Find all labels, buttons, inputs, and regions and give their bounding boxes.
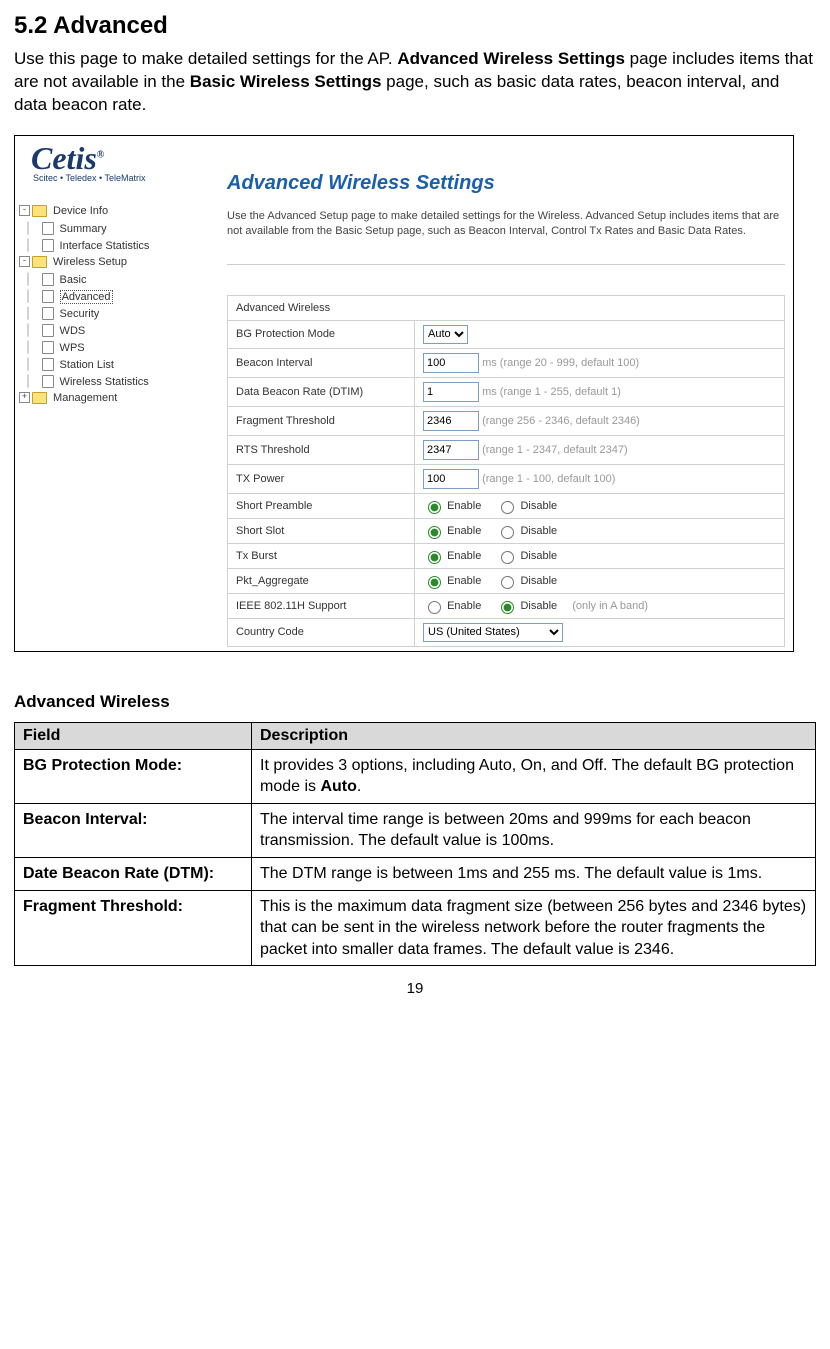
txpower-input[interactable] bbox=[423, 469, 479, 489]
content-panel: Advanced Wireless Settings Use the Advan… bbox=[207, 138, 791, 649]
slot-enable[interactable]: Enable bbox=[423, 525, 481, 537]
rts-input[interactable] bbox=[423, 440, 479, 460]
burst-enable[interactable]: Enable bbox=[423, 550, 481, 562]
beacon-interval-input[interactable] bbox=[423, 353, 479, 373]
panel-desc: Use the Advanced Setup page to make deta… bbox=[227, 209, 785, 265]
panel-title: Advanced Wireless Settings bbox=[227, 172, 785, 195]
row-bg-label: BG Protection Mode bbox=[228, 320, 415, 348]
row-txp-label: TX Power bbox=[228, 464, 415, 493]
row-cc-label: Country Code bbox=[228, 618, 415, 646]
description-table: Field Description BG Protection Mode: It… bbox=[14, 722, 816, 967]
ieee-disable-text: Disable bbox=[520, 600, 557, 612]
logo-sub: Scitec • Teledex • TeleMatrix bbox=[17, 173, 207, 183]
intro-paragraph: Use this page to make detailed settings … bbox=[14, 48, 816, 117]
ieee-disable[interactable]: Disable bbox=[496, 600, 557, 612]
row3-desc: The DTM range is between 1ms and 255 ms.… bbox=[252, 857, 816, 890]
row4-field: Fragment Threshold: bbox=[15, 890, 252, 966]
ieee-hint: (only in A band) bbox=[572, 600, 648, 612]
tree-item-basic[interactable]: │ Basic bbox=[19, 271, 207, 288]
page-heading: 5.2 Advanced bbox=[14, 12, 816, 40]
section-header: Advanced Wireless bbox=[228, 295, 785, 320]
dtim-hint: ms (range 1 - 255, default 1) bbox=[482, 386, 621, 398]
row-dtim-label: Data Beacon Rate (DTIM) bbox=[228, 377, 415, 406]
logo-text: Cetis bbox=[31, 140, 97, 176]
tree-item-advanced[interactable]: │ Advanced bbox=[19, 288, 207, 305]
frag-hint: (range 256 - 2346, default 2346) bbox=[482, 415, 640, 427]
col-desc: Description bbox=[252, 722, 816, 749]
fragment-input[interactable] bbox=[423, 411, 479, 431]
row-rts-label: RTS Threshold bbox=[228, 435, 415, 464]
tree-item-summary[interactable]: │ Summary bbox=[19, 220, 207, 237]
slot-enable-text: Enable bbox=[447, 525, 481, 537]
row-pre-label: Short Preamble bbox=[228, 493, 415, 518]
row-slot-label: Short Slot bbox=[228, 518, 415, 543]
dtim-input[interactable] bbox=[423, 382, 479, 402]
row1-desc-bold: Auto bbox=[320, 778, 356, 795]
page-number: 19 bbox=[14, 980, 816, 997]
intro-b1: Advanced Wireless Settings bbox=[397, 49, 625, 68]
tree-item-security[interactable]: │ Security bbox=[19, 305, 207, 322]
country-code-select[interactable]: US (United States) bbox=[423, 623, 563, 642]
burst-disable[interactable]: Disable bbox=[496, 550, 557, 562]
col-field: Field bbox=[15, 722, 252, 749]
txp-hint: (range 1 - 100, default 100) bbox=[482, 473, 615, 485]
nav-tree: Cetis® Scitec • Teledex • TeleMatrix - D… bbox=[17, 138, 207, 649]
row3-field: Date Beacon Rate (DTM): bbox=[15, 857, 252, 890]
slot-disable-text: Disable bbox=[520, 525, 557, 537]
row2-field: Beacon Interval: bbox=[15, 803, 252, 857]
desc-section-title: Advanced Wireless bbox=[14, 692, 816, 712]
row-beacon-label: Beacon Interval bbox=[228, 348, 415, 377]
row-pkt-label: Pkt_Aggregate bbox=[228, 568, 415, 593]
pkt-disable[interactable]: Disable bbox=[496, 575, 557, 587]
beacon-hint: ms (range 20 - 999, default 100) bbox=[482, 357, 639, 369]
screenshot-frame: Cetis® Scitec • Teledex • TeleMatrix - D… bbox=[14, 135, 794, 652]
tree-item-wps[interactable]: │ WPS bbox=[19, 339, 207, 356]
row1-desc-post: . bbox=[357, 778, 361, 795]
row1-desc: It provides 3 options, including Auto, O… bbox=[252, 749, 816, 803]
tree-item-management[interactable]: + Management bbox=[19, 390, 207, 407]
intro-t1: Use this page to make detailed settings … bbox=[14, 49, 397, 68]
row-ieee-label: IEEE 802.11H Support bbox=[228, 593, 415, 618]
row4-desc: This is the maximum data fragment size (… bbox=[252, 890, 816, 966]
tree-item-wds[interactable]: │ WDS bbox=[19, 322, 207, 339]
pkt-enable-text: Enable bbox=[447, 575, 481, 587]
row1-field: BG Protection Mode: bbox=[15, 749, 252, 803]
tree-item-station-list[interactable]: │ Station List bbox=[19, 356, 207, 373]
bg-protection-select[interactable]: Auto bbox=[423, 325, 468, 344]
rts-hint: (range 1 - 2347, default 2347) bbox=[482, 444, 628, 456]
ieee-enable-text: Enable bbox=[447, 600, 481, 612]
settings-table: Advanced Wireless BG Protection Mode Aut… bbox=[227, 295, 785, 647]
logo-brand: Cetis® bbox=[17, 144, 207, 173]
pre-enable-text: Enable bbox=[447, 500, 481, 512]
pkt-enable[interactable]: Enable bbox=[423, 575, 481, 587]
pre-disable-text: Disable bbox=[520, 500, 557, 512]
pre-enable[interactable]: Enable bbox=[423, 500, 481, 512]
slot-disable[interactable]: Disable bbox=[496, 525, 557, 537]
tree-item-wireless-setup[interactable]: - Wireless Setup bbox=[19, 254, 207, 271]
tree-item-device-info[interactable]: - Device Info bbox=[19, 203, 207, 220]
intro-b2: Basic Wireless Settings bbox=[190, 72, 382, 91]
pkt-disable-text: Disable bbox=[520, 575, 557, 587]
row2-desc: The interval time range is between 20ms … bbox=[252, 803, 816, 857]
burst-enable-text: Enable bbox=[447, 550, 481, 562]
tree-item-interface-statistics[interactable]: │ Interface Statistics bbox=[19, 237, 207, 254]
row-burst-label: Tx Burst bbox=[228, 543, 415, 568]
burst-disable-text: Disable bbox=[520, 550, 557, 562]
ieee-enable[interactable]: Enable bbox=[423, 600, 481, 612]
row-frag-label: Fragment Threshold bbox=[228, 406, 415, 435]
tree-item-wireless-statistics[interactable]: │ Wireless Statistics bbox=[19, 373, 207, 390]
pre-disable[interactable]: Disable bbox=[496, 500, 557, 512]
